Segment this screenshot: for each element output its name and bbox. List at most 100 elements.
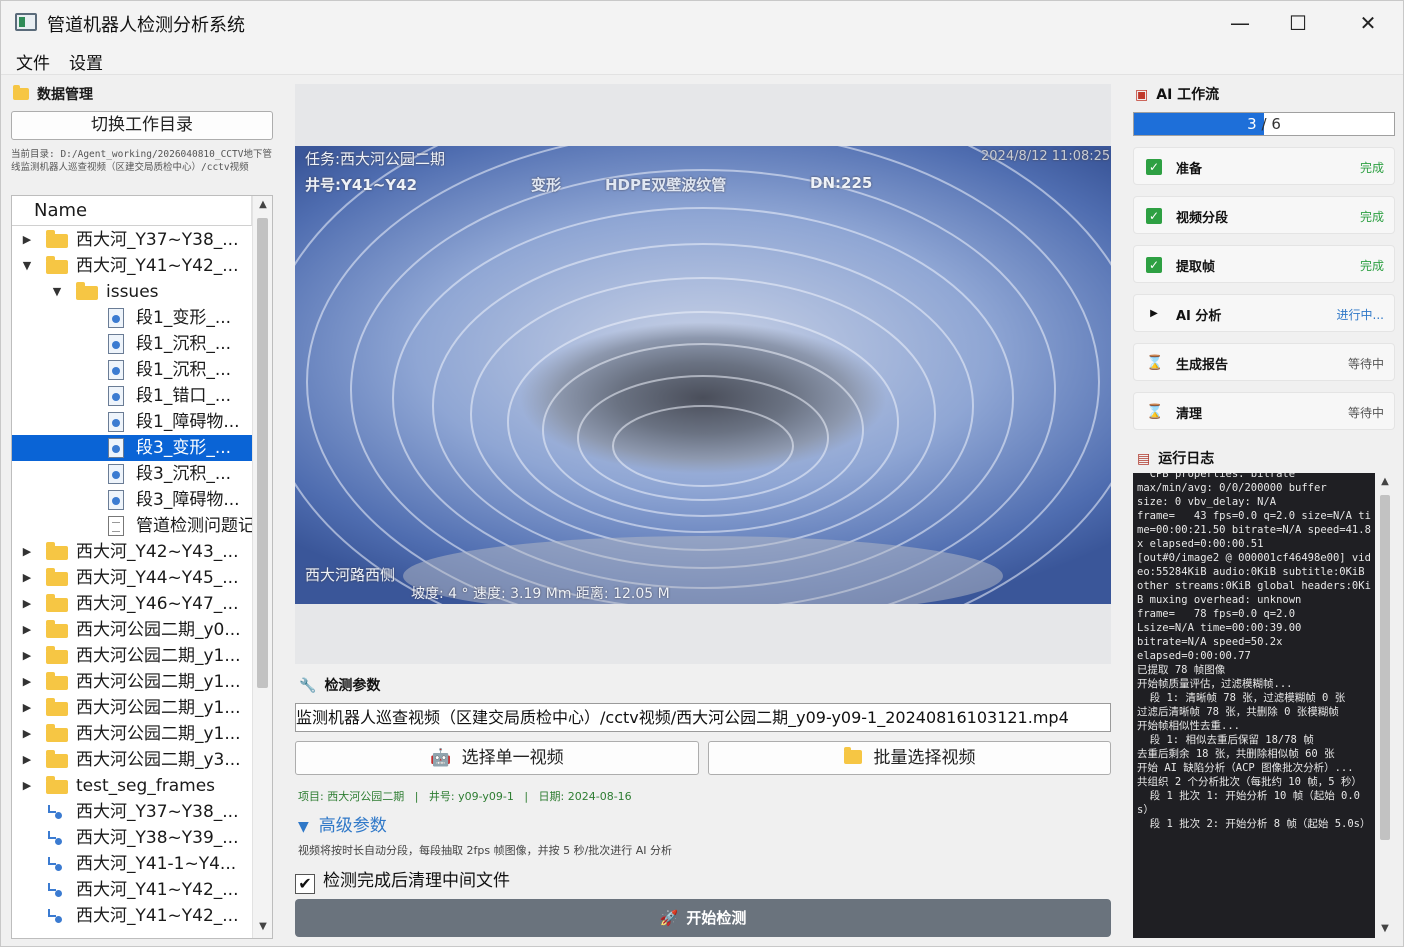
tree-row[interactable]: ▶ 西大河_Y37~Y38_...: [12, 227, 252, 253]
workflow-step: ✓ 提取帧 完成: [1133, 245, 1395, 283]
tree-row[interactable]: ▶ 西大河公园二期_y1...: [12, 721, 252, 747]
workflow-step-status: 完成: [1359, 259, 1384, 273]
minimize-button[interactable]: —: [1217, 9, 1263, 37]
batch-select-video-button[interactable]: 批量选择视频: [708, 741, 1111, 775]
scroll-up-icon[interactable]: ▲: [253, 196, 272, 214]
tree-row[interactable]: ▶ 西大河公园二期_y3...: [12, 747, 252, 773]
run-log[interactable]: CPB properties: bitrate max/min/avg: 0/0…: [1133, 473, 1395, 938]
workflow-step-name: 视频分段: [1176, 211, 1229, 226]
chevron-down-icon[interactable]: ▼: [20, 253, 34, 279]
progress-total: 6: [1271, 115, 1281, 133]
chevron-down-icon[interactable]: ▼: [50, 279, 64, 305]
chevron-right-icon[interactable]: ▶: [20, 617, 34, 643]
tree-row[interactable]: 段1_沉积_...: [12, 357, 252, 383]
chevron-right-icon[interactable]: ▶: [20, 591, 34, 617]
chevron-right-icon[interactable]: ▶: [20, 721, 34, 747]
chevron-right-icon[interactable]: ▶: [20, 539, 34, 565]
chevron-right-icon[interactable]: ▶: [20, 695, 34, 721]
select-single-video-button[interactable]: 🤖 选择单一视频: [295, 741, 699, 775]
tree-row[interactable]: ▼ 西大河_Y41~Y42_...: [12, 253, 252, 279]
start-detection-button[interactable]: 🚀 开始检测: [295, 899, 1111, 937]
scroll-thumb[interactable]: [257, 218, 268, 688]
tree-row-label: 段3_变形_...: [136, 438, 232, 458]
scroll-up-icon[interactable]: ▲: [1375, 473, 1395, 491]
tree-row-label: 西大河_Y38~Y39_...: [76, 828, 239, 848]
workflow-step: ▶ AI 分析 进行中...: [1133, 294, 1395, 332]
cleanup-checkbox[interactable]: ✔: [295, 874, 315, 894]
tree-row[interactable]: ▶ 西大河公园二期_y1...: [12, 643, 252, 669]
chevron-right-icon[interactable]: ▶: [20, 747, 34, 773]
image-icon: [108, 308, 124, 328]
tree-row-label: 段1_变形_...: [136, 308, 232, 328]
video-icon: [48, 857, 62, 873]
workflow-step-name: 准备: [1176, 162, 1203, 177]
chevron-right-icon[interactable]: ▶: [20, 643, 34, 669]
tree-row-label: 西大河_Y37~Y38_...: [76, 802, 239, 822]
tree-row[interactable]: ▶ 西大河_Y44~Y45_...: [12, 565, 252, 591]
progress-text: 3 / 6: [1134, 113, 1394, 135]
tree-row-label: 段1_沉积_...: [136, 334, 232, 354]
clipboard-icon: ▤: [1137, 451, 1151, 467]
start-detection-label: 开始检测: [686, 909, 747, 927]
tree-row[interactable]: ▶ 西大河公园二期_y0...: [12, 617, 252, 643]
tree-row[interactable]: ▶ test_seg_frames: [12, 773, 252, 799]
video-path-field[interactable]: 监测机器人巡查视频（区建交局质检中心）/cctv视频/西大河公园二期_y09-y…: [295, 703, 1111, 732]
tree-row-label: 段1_错口_...: [136, 386, 232, 406]
tree-row[interactable]: 西大河_Y38~Y39_...: [12, 825, 252, 851]
folder-icon: [46, 724, 68, 742]
scroll-down-icon[interactable]: ▼: [253, 918, 272, 936]
document-icon: [108, 516, 124, 536]
tree-row[interactable]: 段1_错口_...: [12, 383, 252, 409]
tree-row-label: 西大河公园二期_y3...: [76, 750, 241, 770]
tree-row-label: 管道检测问题记...: [136, 516, 252, 536]
workflow-step-status: 等待中: [1347, 406, 1384, 420]
tree-row[interactable]: 段1_障碍物...: [12, 409, 252, 435]
current-directory: 当前目录: D:/Agent_working/2026040810_CCTV地下…: [11, 149, 272, 173]
switch-workdir-button[interactable]: 切换工作目录: [11, 111, 273, 140]
menu-file[interactable]: 文件: [16, 49, 50, 74]
tree-row[interactable]: ▶ 西大河_Y42~Y43_...: [12, 539, 252, 565]
wrench-icon: 🔧: [299, 678, 317, 694]
tree-row[interactable]: 段1_沉积_...: [12, 331, 252, 357]
file-tree[interactable]: Name ▶ 西大河_Y37~Y38_... ▼ 西大河_Y41~Y42_... ▼ is…: [11, 195, 273, 939]
tree-header-name[interactable]: Name: [12, 196, 252, 226]
chevron-right-icon[interactable]: ▶: [20, 773, 34, 799]
app-icon: [15, 13, 37, 31]
tree-row[interactable]: 段3_变形_...: [12, 435, 252, 461]
log-scroll-thumb[interactable]: [1380, 495, 1390, 840]
chevron-right-icon[interactable]: ▶: [20, 565, 34, 591]
video-icon: [48, 831, 62, 847]
log-scrollbar[interactable]: ▲ ▼: [1375, 473, 1395, 938]
advanced-params-toggle[interactable]: ▼ 高级参数: [298, 811, 387, 836]
close-button[interactable]: ✕: [1345, 9, 1391, 37]
tree-row[interactable]: 管道检测问题记...: [12, 513, 252, 539]
folder-icon: [46, 594, 68, 612]
tree-row[interactable]: 段3_障碍物...: [12, 487, 252, 513]
video-meta: 项目: 西大河公园二期 | 井号: y09-y09-1 | 日期: 2024-0…: [298, 790, 632, 803]
check-icon: ✓: [1146, 208, 1162, 224]
tree-scrollbar[interactable]: ▲ ▼: [252, 196, 272, 938]
tree-row-label: 西大河公园二期_y1...: [76, 698, 241, 718]
tree-row[interactable]: 西大河_Y41~Y42_...: [12, 903, 252, 929]
tree-row[interactable]: ▼ issues: [12, 279, 252, 305]
cleanup-checkbox-row[interactable]: ✔ 检测完成后清理中间文件: [295, 866, 510, 894]
scroll-down-icon[interactable]: ▼: [1375, 920, 1395, 938]
tree-row[interactable]: 西大河_Y41~Y42_...: [12, 877, 252, 903]
tree-row[interactable]: ▶ 西大河公园二期_y1...: [12, 669, 252, 695]
tree-row[interactable]: ▶ 西大河_Y46~Y47_...: [12, 591, 252, 617]
tree-row[interactable]: 段3_沉积_...: [12, 461, 252, 487]
chevron-right-icon[interactable]: ▶: [20, 227, 34, 253]
tree-row[interactable]: 西大河_Y41-1~Y4...: [12, 851, 252, 877]
folder-icon: [46, 776, 68, 794]
workflow-step: ✓ 准备 完成: [1133, 147, 1395, 185]
chevron-right-icon[interactable]: ▶: [20, 669, 34, 695]
progress-current: 3: [1247, 115, 1257, 133]
maximize-button[interactable]: ☐: [1275, 9, 1321, 37]
tree-row[interactable]: 段1_变形_...: [12, 305, 252, 331]
tree-row-label: 西大河_Y41~Y42_...: [76, 880, 239, 900]
menu-settings[interactable]: 设置: [69, 49, 103, 74]
tree-row[interactable]: 西大河_Y37~Y38_...: [12, 799, 252, 825]
hourglass-icon: ⌛: [1146, 404, 1164, 420]
log-title: ▤ 运行日志: [1137, 448, 1214, 468]
tree-row[interactable]: ▶ 西大河公园二期_y1...: [12, 695, 252, 721]
